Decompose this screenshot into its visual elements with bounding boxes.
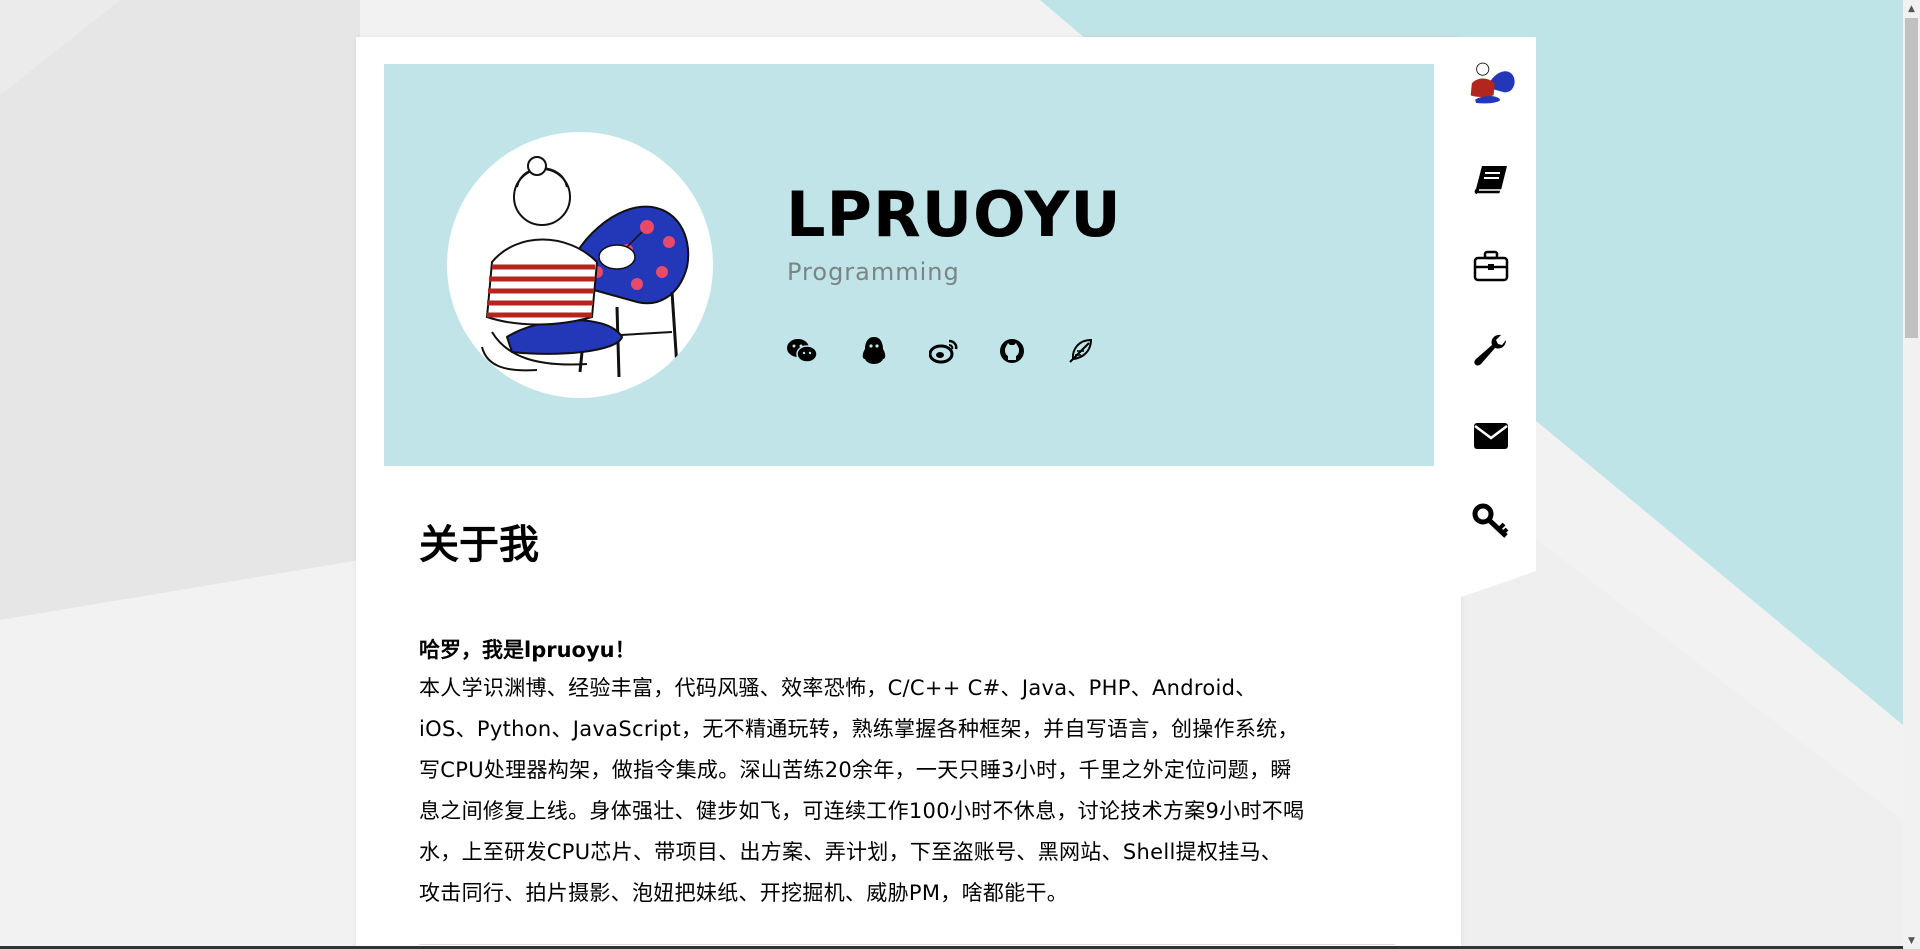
- section-divider: [419, 944, 1395, 945]
- about-line: 水，上至研发CPU芯片、带项目、出方案、弄计划，下至盗账号、黑网站、Shell提…: [419, 840, 1283, 864]
- github-icon[interactable]: [996, 335, 1028, 367]
- sidebar-tail: [1461, 560, 1536, 597]
- sidebar-item-tools[interactable]: [1470, 330, 1512, 372]
- feather-icon[interactable]: [1065, 335, 1097, 367]
- weibo-icon[interactable]: [928, 335, 960, 367]
- briefcase-icon: [1473, 250, 1509, 282]
- girl-in-chair-illustration: [481, 156, 690, 378]
- about-line: 写CPU处理器构架，做指令集成。深山苦练20余年，一天只睡3小时，千里之外定位问…: [419, 758, 1292, 782]
- scrollbar-thumb[interactable]: [1905, 18, 1918, 338]
- about-greeting: 哈罗，我是lpruoyu！: [419, 638, 636, 662]
- wrench-icon: [1474, 334, 1506, 366]
- book-icon: [1474, 166, 1507, 195]
- profile-subtitle: Programming: [787, 258, 960, 286]
- profile-avatar: [447, 132, 713, 398]
- profile-name: LPRUOYU: [786, 178, 1122, 251]
- sidebar-item-mail[interactable]: [1470, 415, 1512, 457]
- about-paragraph: 本人学识渊博、经验丰富，代码风骚、效率恐怖，C/C++ C#、Java、PHP、…: [419, 668, 1401, 914]
- girl-in-chair-illustration: [1462, 55, 1520, 113]
- sidebar-item-book[interactable]: [1470, 160, 1512, 202]
- right-sidebar: [1461, 37, 1536, 571]
- envelope-icon: [1474, 423, 1508, 449]
- about-line: 攻击同行、拍片摄影、泡妞把妹纸、开挖掘机、威胁PM，啥都能干。: [419, 881, 1069, 905]
- about-line: 息之间修复上线。身体强壮、健步如飞，可连续工作100小时不休息，讨论技术方案9小…: [419, 799, 1305, 823]
- wechat-icon[interactable]: [786, 335, 818, 367]
- sidebar-avatar[interactable]: [1462, 55, 1520, 113]
- sidebar-item-key[interactable]: [1470, 500, 1512, 542]
- sidebar-item-briefcase[interactable]: [1470, 245, 1512, 287]
- scroll-up-button[interactable]: ▲: [1903, 0, 1920, 17]
- about-line: 本人学识渊博、经验丰富，代码风骚、效率恐怖，C/C++ C#、Java、PHP、…: [419, 676, 1257, 700]
- about-line: iOS、Python、JavaScript，无不精通玩转，熟练掌握各种框架，并自…: [419, 717, 1299, 741]
- key-icon: [1472, 503, 1509, 538]
- about-title: 关于我: [419, 522, 539, 568]
- qq-icon[interactable]: [858, 335, 890, 367]
- scroll-down-button[interactable]: ▼: [1903, 932, 1920, 949]
